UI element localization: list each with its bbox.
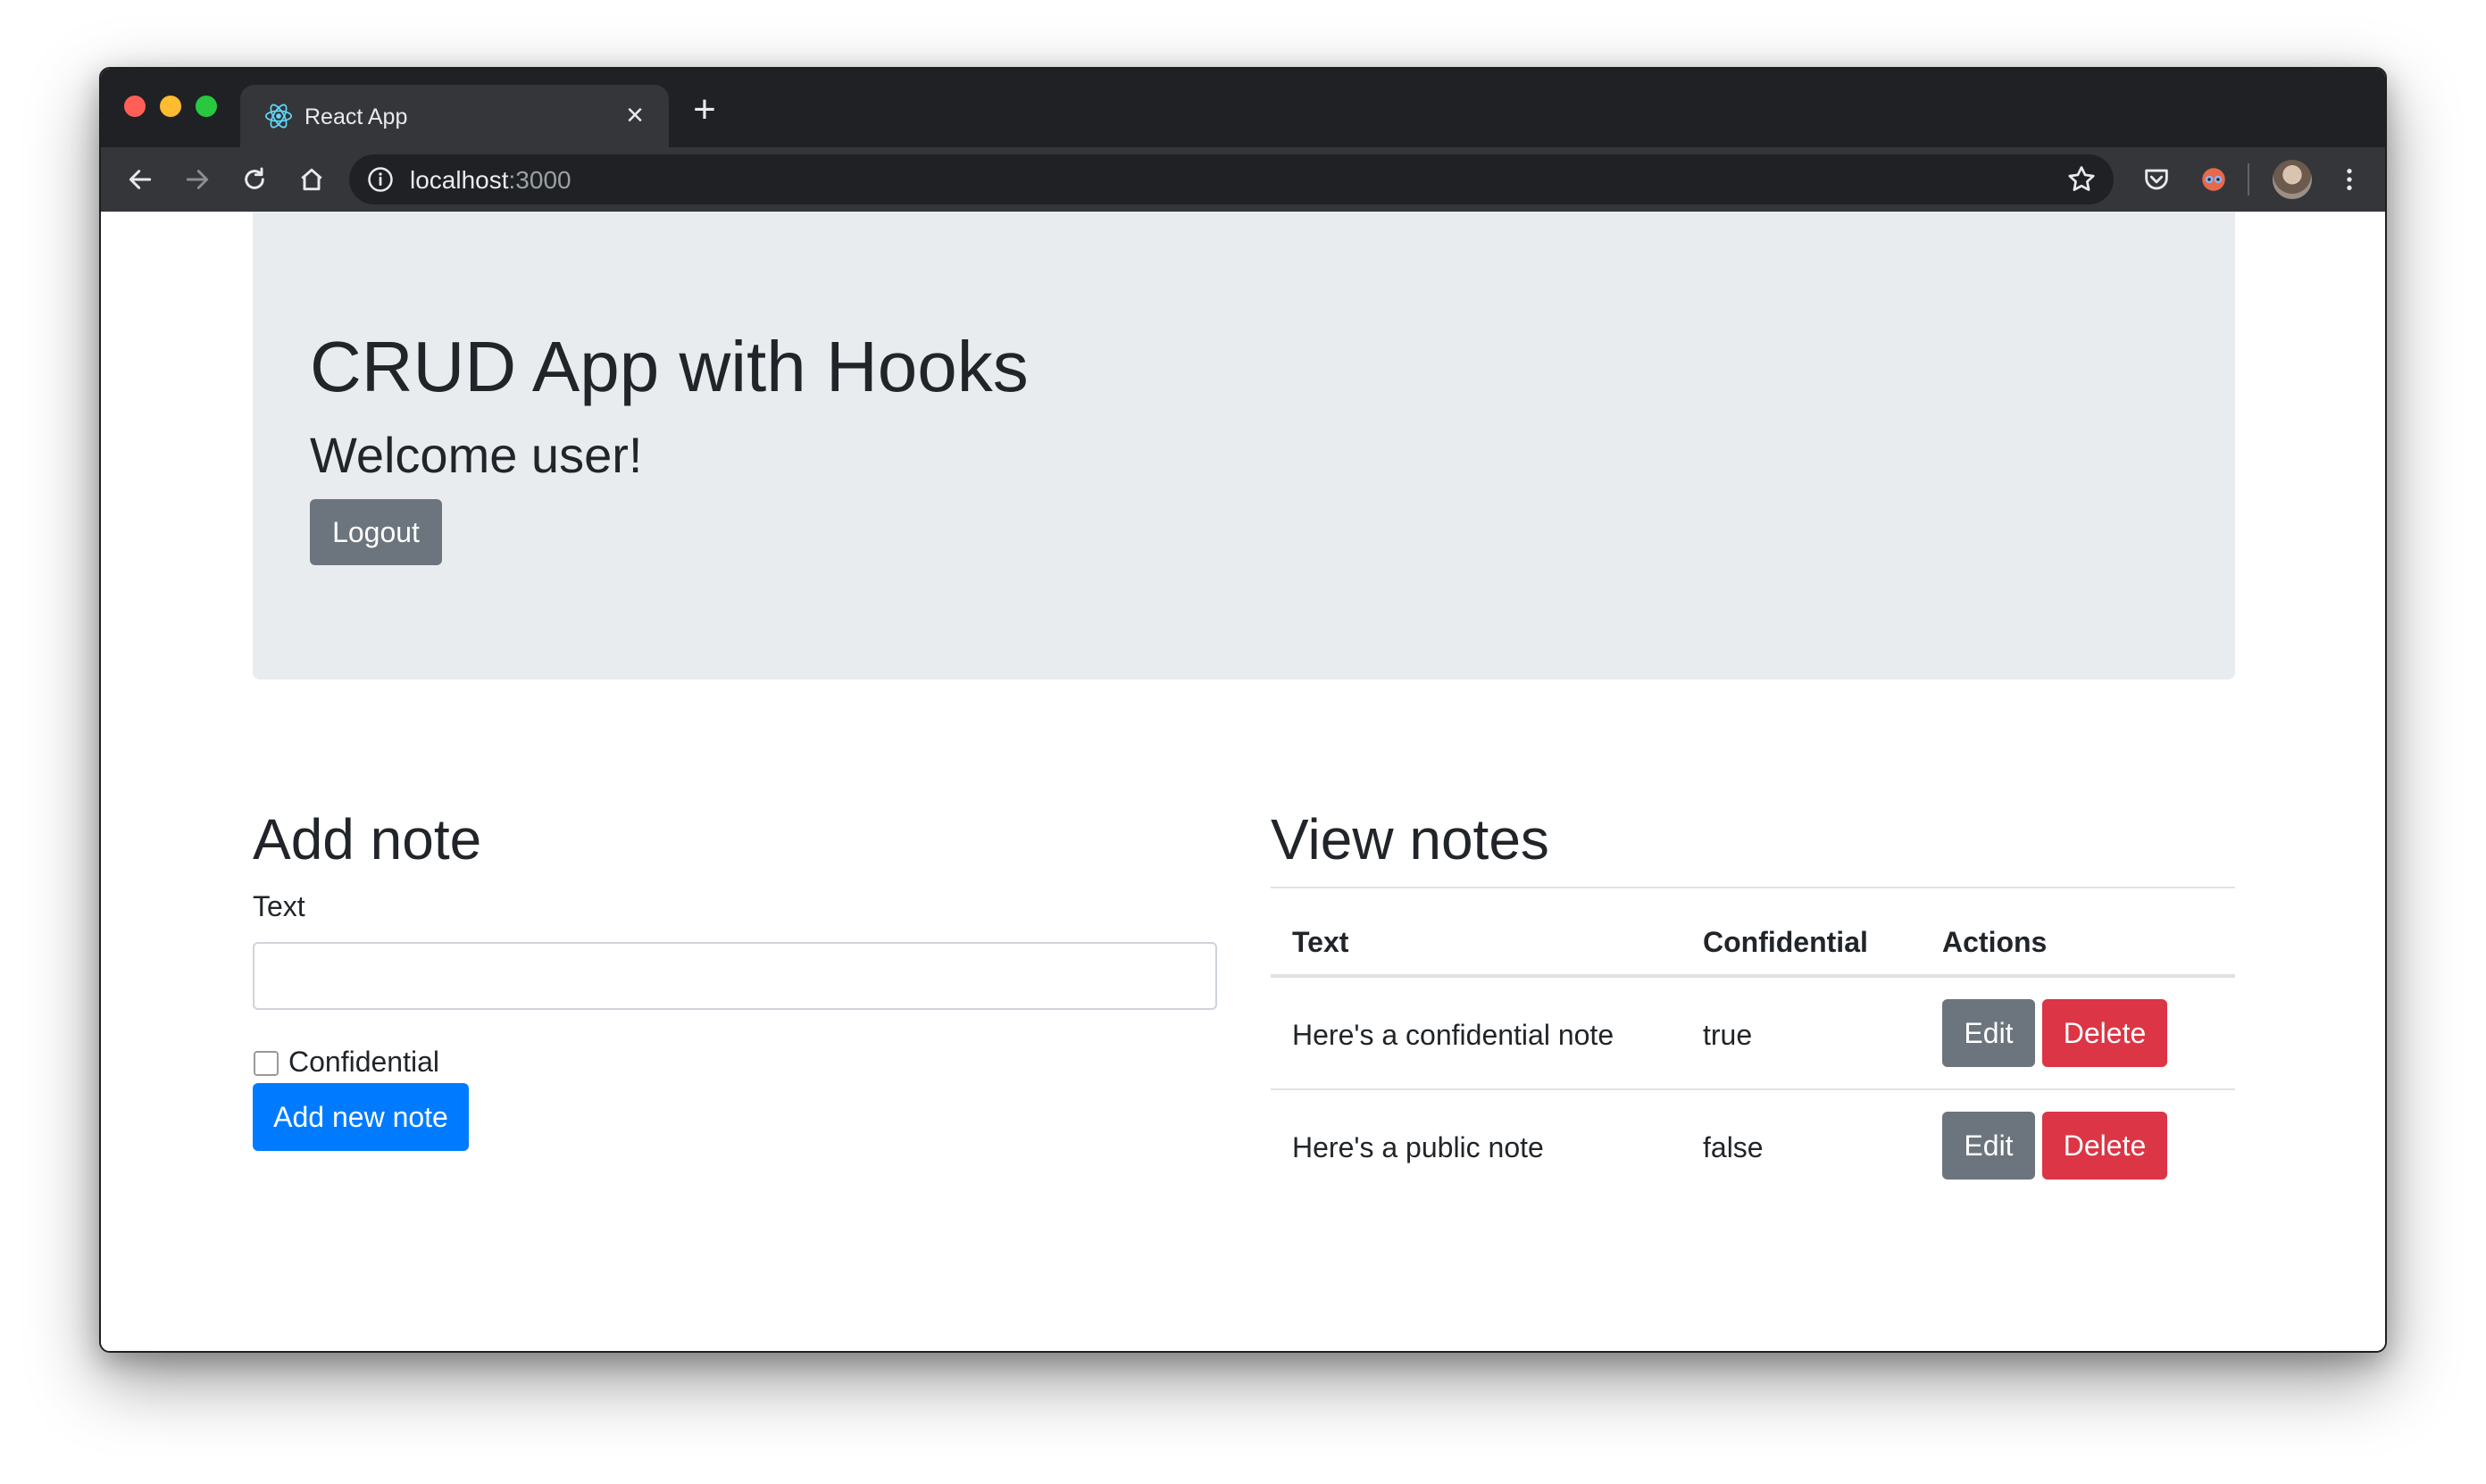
browser-toolbar: localhost:3000 <box>101 147 2385 212</box>
table-row-1-text: Here's a confidential note <box>1292 1019 1614 1051</box>
close-tab-icon[interactable]: × <box>619 99 651 131</box>
more-menu-icon[interactable] <box>2332 162 2367 197</box>
jumbotron-header: CRUD App with Hooks Welcome user! Logout <box>253 212 2235 679</box>
info-icon[interactable] <box>367 166 394 193</box>
close-window-button[interactable] <box>124 96 146 117</box>
table-row-divider <box>1271 1088 2235 1090</box>
tab-strip: React App × + <box>101 69 2385 147</box>
confidential-checkbox[interactable] <box>254 1051 279 1076</box>
table-row-1-confidential: true <box>1703 1019 1753 1051</box>
table-row-2-confidential: false <box>1703 1131 1764 1163</box>
add-new-note-button[interactable]: Add new note <box>253 1083 469 1151</box>
add-note-heading: Add note <box>253 807 482 871</box>
url-text: localhost:3000 <box>410 166 571 195</box>
toolbar-separator <box>2248 163 2249 196</box>
bookmark-star-icon[interactable] <box>2065 163 2098 196</box>
welcome-message: Welcome user! <box>310 427 643 483</box>
table-row-2-text: Here's a public note <box>1292 1131 1544 1163</box>
delete-button[interactable]: Delete <box>2042 1112 2167 1180</box>
page-title: CRUD App with Hooks <box>310 327 1029 406</box>
edit-button[interactable]: Edit <box>1942 999 2035 1067</box>
table-header-border <box>1271 974 2235 978</box>
new-tab-icon[interactable]: + <box>687 90 722 129</box>
text-field-label: Text <box>253 890 305 922</box>
edit-button[interactable]: Edit <box>1942 1112 2035 1180</box>
column-header-confidential: Confidential <box>1703 926 1868 958</box>
forward-arrow-icon[interactable] <box>179 162 215 197</box>
browser-window: React App × + localhost:3000 CRUD App wi… <box>99 67 2387 1353</box>
url-host: localhost <box>410 166 509 194</box>
pocket-icon[interactable] <box>2139 162 2174 197</box>
address-bar[interactable]: localhost:3000 <box>349 154 2114 204</box>
column-header-actions: Actions <box>1942 926 2048 958</box>
delete-button[interactable]: Delete <box>2042 999 2167 1067</box>
page-content: CRUD App with Hooks Welcome user! Logout… <box>101 212 2385 1351</box>
extension-icon[interactable] <box>2196 162 2232 197</box>
logout-button[interactable]: Logout <box>310 499 442 565</box>
table-top-border <box>1271 887 2235 888</box>
tab-title: React App <box>304 104 408 129</box>
home-icon[interactable] <box>294 162 330 197</box>
maximize-window-button[interactable] <box>196 96 217 117</box>
note-text-input[interactable] <box>253 942 1217 1010</box>
react-logo-icon <box>264 104 293 129</box>
reload-icon[interactable] <box>237 162 272 197</box>
minimize-window-button[interactable] <box>160 96 181 117</box>
back-arrow-icon[interactable] <box>122 162 158 197</box>
confidential-label: Confidential <box>288 1046 439 1078</box>
url-port: :3000 <box>508 166 571 194</box>
view-notes-heading: View notes <box>1271 807 1549 871</box>
profile-avatar[interactable] <box>2273 160 2312 199</box>
column-header-text: Text <box>1292 926 1349 958</box>
tab-react-app[interactable]: React App × <box>240 85 669 147</box>
